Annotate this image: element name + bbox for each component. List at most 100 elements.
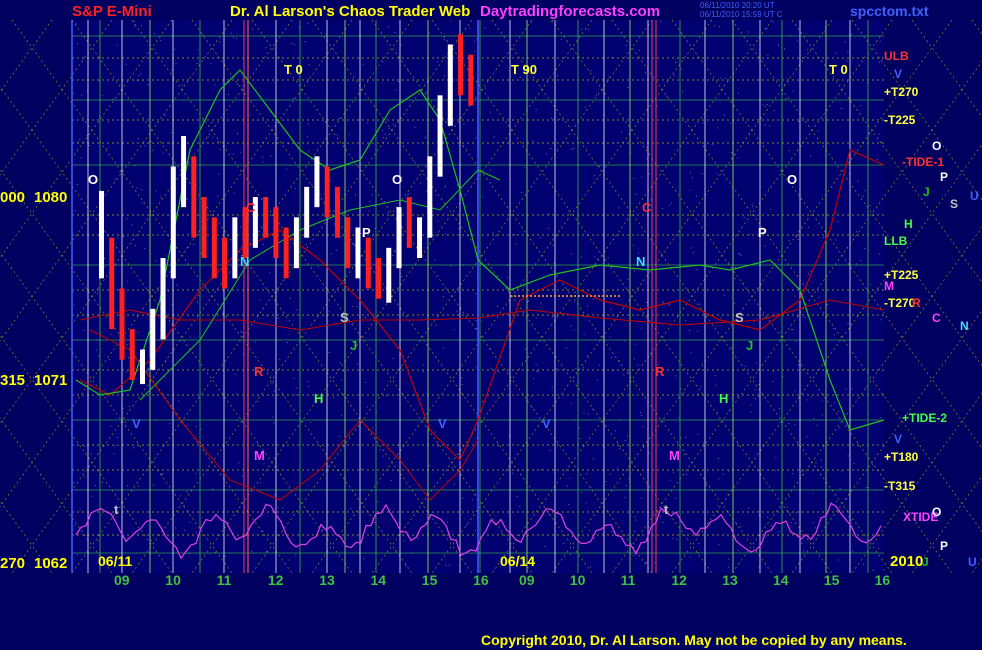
date-label-1: 06/11 bbox=[98, 553, 132, 569]
star-dot bbox=[200, 252, 202, 254]
star-dot bbox=[762, 104, 764, 106]
star-dot bbox=[807, 49, 809, 51]
right-label: +T270 bbox=[884, 85, 919, 99]
star-dot bbox=[810, 271, 812, 273]
star-dot bbox=[857, 180, 859, 182]
star-dot bbox=[114, 445, 116, 447]
star-dot bbox=[633, 177, 635, 179]
star-dot bbox=[523, 285, 525, 287]
star-dot bbox=[824, 31, 826, 33]
star-dot bbox=[524, 167, 526, 169]
star-dot bbox=[79, 509, 81, 511]
star-dot bbox=[358, 418, 360, 420]
star-dot bbox=[346, 397, 348, 399]
star-dot bbox=[813, 418, 815, 420]
price-bar bbox=[109, 237, 115, 330]
star-dot bbox=[571, 535, 573, 537]
price-bar bbox=[334, 186, 340, 238]
star-dot bbox=[164, 114, 166, 116]
website-link[interactable]: Daytradingforecasts.com bbox=[480, 3, 660, 20]
right-label: M bbox=[884, 279, 894, 293]
star-dot bbox=[144, 145, 146, 147]
star-dot bbox=[536, 370, 538, 372]
plot-label: S bbox=[340, 310, 349, 325]
y-price-1: 1080 bbox=[34, 189, 67, 206]
hour-tick-day2: 15 bbox=[824, 572, 840, 588]
star-dot bbox=[466, 524, 468, 526]
star-dot bbox=[846, 60, 848, 62]
star-dot bbox=[840, 470, 842, 472]
star-dot bbox=[586, 355, 588, 357]
star-dot bbox=[388, 26, 390, 28]
star-dot bbox=[516, 495, 518, 497]
star-dot bbox=[307, 380, 309, 382]
star-dot bbox=[451, 466, 453, 468]
star-dot bbox=[259, 482, 261, 484]
star-dot bbox=[789, 496, 791, 498]
star-dot bbox=[155, 190, 157, 192]
star-dot bbox=[266, 315, 268, 317]
star-dot bbox=[535, 109, 537, 111]
star-dot bbox=[689, 556, 691, 558]
star-dot bbox=[232, 36, 234, 38]
star-dot bbox=[348, 134, 350, 136]
star-dot bbox=[681, 90, 683, 92]
right-label: +TIDE-2 bbox=[902, 411, 947, 425]
star-dot bbox=[761, 536, 763, 538]
star-dot bbox=[444, 186, 446, 188]
star-dot bbox=[122, 407, 124, 409]
plot-label: H bbox=[314, 391, 323, 406]
star-dot bbox=[94, 484, 96, 486]
y-angle-1: 000 bbox=[0, 189, 25, 206]
symbol-title: S&P E-Mini bbox=[72, 3, 152, 20]
star-dot bbox=[797, 40, 799, 42]
star-dot bbox=[123, 235, 125, 237]
star-dot bbox=[104, 258, 106, 260]
star-dot bbox=[254, 341, 256, 343]
star-dot bbox=[514, 233, 516, 235]
star-dot bbox=[702, 122, 704, 124]
star-dot bbox=[97, 540, 99, 542]
star-dot bbox=[384, 134, 386, 136]
star-dot bbox=[382, 455, 384, 457]
plot-label: T 90 bbox=[511, 62, 537, 77]
hour-tick-day2: 14 bbox=[773, 572, 789, 588]
star-dot bbox=[372, 194, 374, 196]
star-dot bbox=[723, 295, 725, 297]
star-dot bbox=[774, 469, 776, 471]
star-dot bbox=[794, 390, 796, 392]
star-dot bbox=[551, 21, 553, 23]
star-dot bbox=[351, 306, 353, 308]
star-dot bbox=[833, 402, 835, 404]
star-dot bbox=[835, 52, 837, 54]
star-dot bbox=[718, 26, 720, 28]
star-dot bbox=[672, 537, 674, 539]
star-dot bbox=[627, 371, 629, 373]
star-dot bbox=[772, 371, 774, 373]
star-dot bbox=[696, 269, 698, 271]
star-dot bbox=[277, 507, 279, 509]
right-label: R bbox=[912, 296, 921, 310]
star-dot bbox=[610, 308, 612, 310]
star-dot bbox=[754, 320, 756, 322]
star-dot bbox=[252, 28, 254, 30]
price-bar bbox=[150, 308, 156, 370]
star-dot bbox=[352, 243, 354, 245]
star-dot bbox=[207, 136, 209, 138]
star-dot bbox=[454, 483, 456, 485]
star-dot bbox=[192, 244, 194, 246]
star-dot bbox=[443, 347, 445, 349]
price-bar bbox=[211, 217, 217, 279]
right-label: S bbox=[950, 197, 958, 211]
star-dot bbox=[428, 465, 430, 467]
star-dot bbox=[711, 143, 713, 145]
star-dot bbox=[801, 470, 803, 472]
star-dot bbox=[414, 394, 416, 396]
star-dot bbox=[624, 440, 626, 442]
star-dot bbox=[170, 132, 172, 134]
star-dot bbox=[273, 390, 275, 392]
star-dot bbox=[234, 373, 236, 375]
star-dot bbox=[751, 203, 753, 205]
hour-tick-day2: 10 bbox=[570, 572, 586, 588]
star-dot bbox=[816, 424, 818, 426]
